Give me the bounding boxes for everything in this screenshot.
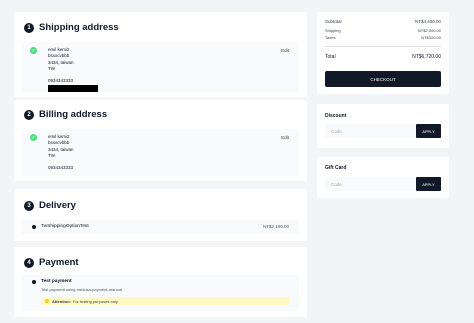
total-value: NT$6,720.00 [412,54,441,60]
step-number-badge: 3 [24,200,34,211]
discount-code-input[interactable] [325,124,416,138]
discount-title: Discount [325,113,347,119]
discount-apply-button[interactable]: APPLY [416,124,441,138]
delivery-option-price: NT$2,100.00 [262,224,289,229]
redacted-block [48,85,98,92]
gift-card-card: Gift Card APPLY [317,157,449,198]
radio-selected-icon[interactable] [32,280,36,284]
summary-divider [325,46,441,47]
subtotal-label: Subtotal [325,19,342,24]
shipping-address-lines: emil kemi2 bsxxcvbbb 3434, taiwan TW 093… [48,47,74,84]
total-row: Total NT$6,720.00 [325,54,441,60]
delivery-step-header: 3 Delivery [24,200,76,211]
info-icon [45,299,49,303]
billing-title: Billing address [39,109,108,120]
payment-method-label: Test payment [41,279,72,284]
payment-card: 4 Payment Test payment Test payment usin… [14,247,307,317]
shipping-edit-link[interactable]: Edit [281,48,289,53]
checkout-button[interactable]: CHECKOUT [325,71,441,87]
shipping-address-card: 1 Shipping address ✓ emil kemi2 bsxxcvbb… [14,12,307,97]
attention-notice: Attention: For testing purposes only. [41,297,289,305]
attention-label: Attention: [52,298,71,304]
billing-step-header: 2 Billing address [24,109,107,120]
check-icon: ✓ [30,134,37,141]
billing-edit-link[interactable]: Edit [281,135,289,140]
attention-text: For testing purposes only. [72,298,119,304]
payment-title: Payment [39,257,79,268]
check-icon: ✓ [30,47,37,54]
delivery-option-label: TwShippingOptionTest [41,224,89,229]
gift-card-code-input[interactable] [325,177,416,191]
shipping-cost-label: Shipping [325,28,341,33]
shipping-address-box: ✓ emil kemi2 bsxxcvbbb 3434, taiwan TW 0… [22,42,299,92]
taxes-value: NT$320.00 [421,35,441,40]
step-number-badge: 2 [24,109,34,120]
step-number-badge: 1 [24,22,34,33]
address-city: 3434, taiwan [48,146,74,152]
subtotal-row: Subtotal NT$4,400.00 [325,19,441,24]
shipping-title: Shipping address [39,22,119,33]
address-phone: 0934343333 [48,165,74,171]
billing-address-box: ✓ emil kemi2 bsxxcvbbb 3434, taiwan TW 0… [22,129,299,176]
total-label: Total [325,54,336,60]
order-summary-card: Subtotal NT$4,400.00 Shipping NT$2,000.0… [317,12,449,94]
step-number-badge: 4 [24,257,34,268]
payment-method-row[interactable]: Test payment Test payment using medusa-p… [22,275,299,311]
shipping-cost-value: NT$2,000.00 [417,28,441,33]
shipping-row: Shipping NT$2,000.00 [325,28,441,33]
radio-selected-icon[interactable] [32,225,36,229]
gift-card-title: Gift Card [325,165,347,171]
billing-address-lines: emil kemi2 bsxxcvbbb 3434, taiwan TW 093… [48,134,74,171]
subtotal-value: NT$4,400.00 [414,19,441,24]
gift-card-apply-button[interactable]: APPLY [416,177,441,191]
payment-step-header: 4 Payment [24,257,79,268]
delivery-option-row[interactable]: TwShippingOptionTest NT$2,100.00 [22,220,299,234]
shipping-step-header: 1 Shipping address [24,22,119,33]
address-phone: 0934343333 [48,78,74,84]
address-city: 3434, taiwan [48,59,74,65]
billing-address-card: 2 Billing address ✓ emil kemi2 bsxxcvbbb… [14,100,307,181]
delivery-title: Delivery [39,200,76,211]
taxes-row: Taxes NT$320.00 [325,35,441,40]
delivery-card: 3 Delivery TwShippingOptionTest NT$2,100… [14,189,307,241]
payment-method-desc: Test payment using medusa-payment-manual [41,287,122,292]
discount-card: Discount APPLY [317,104,449,148]
taxes-label: Taxes [325,35,336,40]
